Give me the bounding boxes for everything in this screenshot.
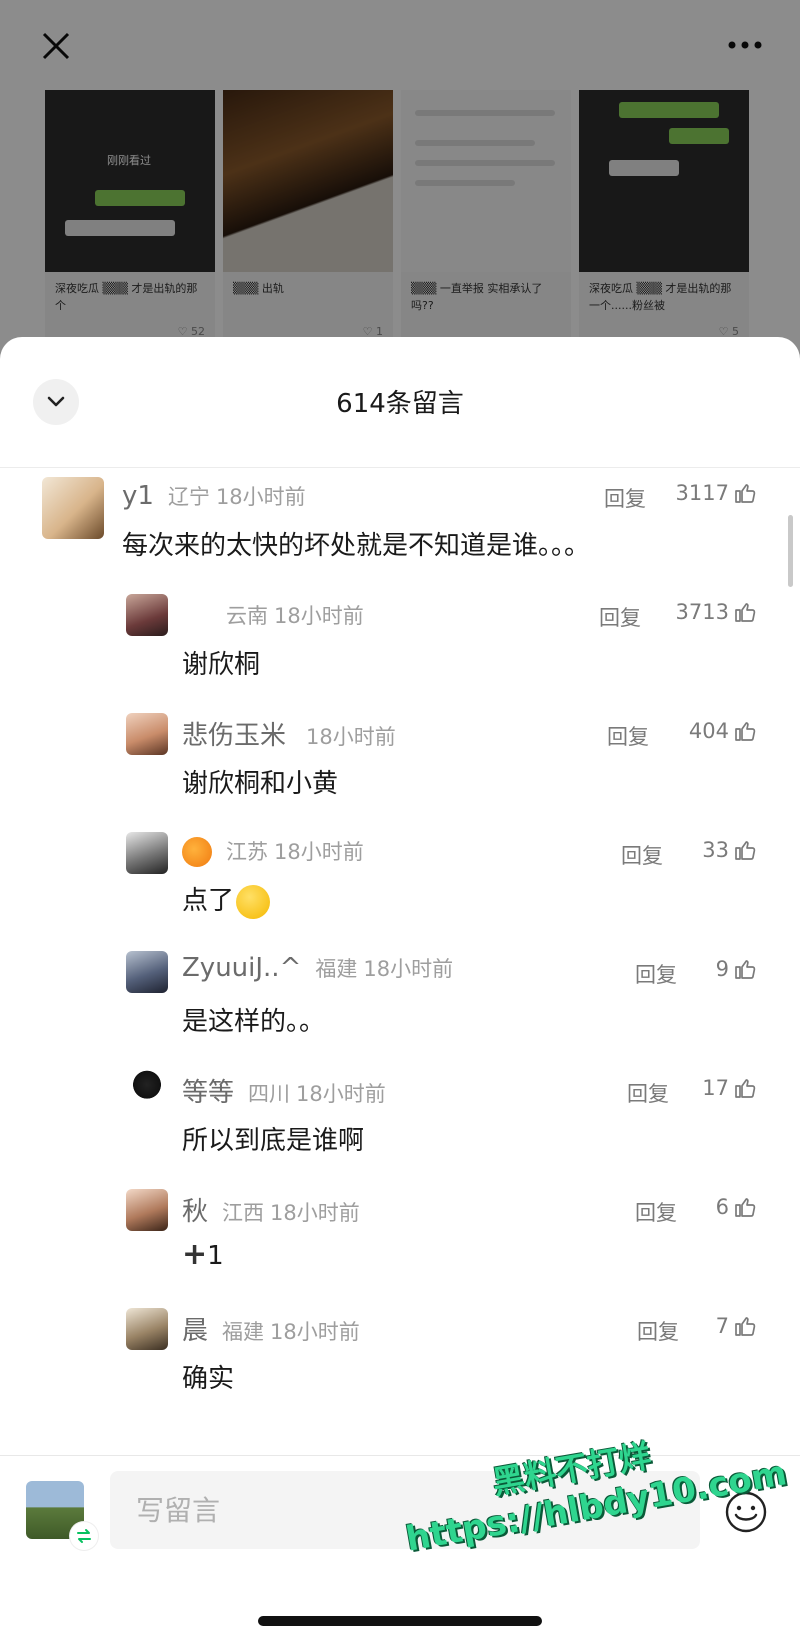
like-count: 3117: [675, 481, 729, 505]
like-button[interactable]: 3117: [676, 481, 757, 505]
comment-meta: 秋 江西 18小时前: [182, 1191, 360, 1228]
commenter-location: 福建: [315, 957, 358, 981]
like-button[interactable]: 3713: [676, 600, 757, 624]
thumbs-up-icon: [735, 603, 756, 622]
comment-time: 18小时前: [270, 1320, 360, 1344]
switch-account-icon: [77, 1529, 91, 1543]
comment-time: 18小时前: [270, 1201, 360, 1225]
thumbs-up-icon: [735, 1198, 756, 1217]
avatar[interactable]: [126, 832, 168, 874]
comment-time: 18小时前: [306, 725, 396, 749]
plus-icon: +: [182, 1237, 208, 1272]
reply-button[interactable]: 回复: [599, 602, 641, 632]
like-button[interactable]: 404: [689, 719, 757, 743]
comment-meta: y1 辽宁 18小时前: [122, 481, 306, 511]
like-count: 7: [715, 1314, 729, 1338]
comment-meta: ZyuuiJ..^ 福建 18小时前: [182, 953, 453, 983]
like-count: 9: [715, 957, 729, 981]
comment-time: 18小时前: [274, 840, 364, 864]
thumbs-up-icon: [735, 960, 756, 979]
commenter-name[interactable]: [182, 836, 212, 867]
comment-time: 18小时前: [274, 604, 364, 628]
reply-button[interactable]: 回复: [604, 483, 646, 513]
like-count: 33: [702, 838, 729, 862]
commenter-location: 辽宁: [167, 485, 210, 509]
reply-button[interactable]: 回复: [621, 840, 663, 870]
commenter-location: 四川: [248, 1082, 291, 1106]
commenter-location: 江苏: [226, 840, 268, 864]
comment-input-field[interactable]: [110, 1471, 700, 1549]
comment-meta: 江苏 18小时前: [182, 836, 364, 867]
commenter-location: 福建: [222, 1320, 265, 1344]
reply-button[interactable]: 回复: [635, 1197, 677, 1227]
like-button[interactable]: 6: [716, 1195, 757, 1219]
commenter-name[interactable]: 晨: [182, 1310, 208, 1347]
comment-meta: 等等 四川 18小时前: [182, 1072, 386, 1109]
comment-text: 确实: [182, 1364, 235, 1394]
avatar[interactable]: [126, 1070, 168, 1112]
scrollbar[interactable]: [788, 515, 793, 587]
emoji-icon[interactable]: [724, 1490, 768, 1534]
comment-meta: 悲伤玉米 18小时前: [182, 715, 396, 752]
comment-time: 18小时前: [363, 957, 454, 981]
comment-time: 18小时前: [215, 485, 306, 509]
reply-button[interactable]: 回复: [627, 1078, 669, 1108]
avatar[interactable]: [126, 594, 168, 636]
comment-sheet-header: 614条留言: [0, 337, 800, 468]
like-count: 17: [702, 1076, 729, 1100]
pumpkin-emoji-icon: [182, 836, 212, 867]
thumbs-up-icon: [735, 722, 756, 741]
thumbs-up-icon: [735, 1079, 756, 1098]
like-button[interactable]: 9: [716, 957, 757, 981]
avatar[interactable]: [126, 1308, 168, 1350]
commenter-name[interactable]: 秋: [182, 1191, 208, 1228]
comment-meta: 云南 18小时前: [226, 600, 364, 630]
reply-button[interactable]: 回复: [635, 959, 677, 989]
comment-meta: 晨 福建 18小时前: [182, 1310, 360, 1347]
comment-text: 谢欣桐: [182, 650, 261, 680]
commenter-location: 云南: [226, 604, 268, 628]
avatar[interactable]: [126, 1189, 168, 1231]
commenter-location: 江西: [222, 1201, 265, 1225]
comment-text: 是这样的。。: [182, 1007, 326, 1037]
reply-button[interactable]: 回复: [637, 1316, 679, 1346]
avatar[interactable]: [126, 713, 168, 755]
comment-text: 点了: [182, 880, 271, 919]
thumbs-up-icon: [735, 1317, 756, 1336]
like-count: 404: [688, 719, 729, 743]
comment-sheet: 614条留言 y1 辽宁 18小时前 回复 3117 每次来的太快的坏处就是不知…: [0, 337, 800, 1635]
like-button[interactable]: 7: [716, 1314, 757, 1338]
avatar[interactable]: [126, 951, 168, 993]
like-count: 6: [715, 1195, 729, 1219]
comment-time: 18小时前: [296, 1082, 386, 1106]
laughing-emoji-icon: [236, 884, 271, 919]
comment-input[interactable]: [110, 1471, 700, 1549]
home-indicator: [258, 1616, 542, 1626]
comment-text-value: 点了: [182, 886, 235, 916]
thumbs-up-icon: [735, 841, 756, 860]
comment-text: 谢欣桐和小黄: [182, 769, 339, 799]
thumbs-up-icon: [735, 484, 756, 503]
commenter-name[interactable]: 等等: [182, 1072, 234, 1109]
like-count: 3713: [675, 600, 729, 624]
comment-text: +1: [182, 1237, 224, 1272]
commenter-name[interactable]: ZyuuiJ..^: [182, 953, 301, 983]
like-button[interactable]: 17: [702, 1076, 757, 1100]
comment-text-value: 1: [207, 1241, 224, 1271]
comment-count-title: 614条留言: [336, 389, 464, 419]
commenter-name[interactable]: 悲伤玉米: [182, 715, 286, 752]
reply-button[interactable]: 回复: [607, 721, 649, 751]
comment-input-bar: [0, 1455, 800, 1635]
switch-account-button[interactable]: [70, 1522, 98, 1550]
comment-text: 所以到底是谁啊: [182, 1126, 365, 1156]
commenter-name[interactable]: y1: [122, 481, 154, 511]
avatar[interactable]: [42, 477, 104, 539]
comment-text: 每次来的太快的坏处就是不知道是谁。。。: [122, 531, 591, 561]
like-button[interactable]: 33: [702, 838, 757, 862]
